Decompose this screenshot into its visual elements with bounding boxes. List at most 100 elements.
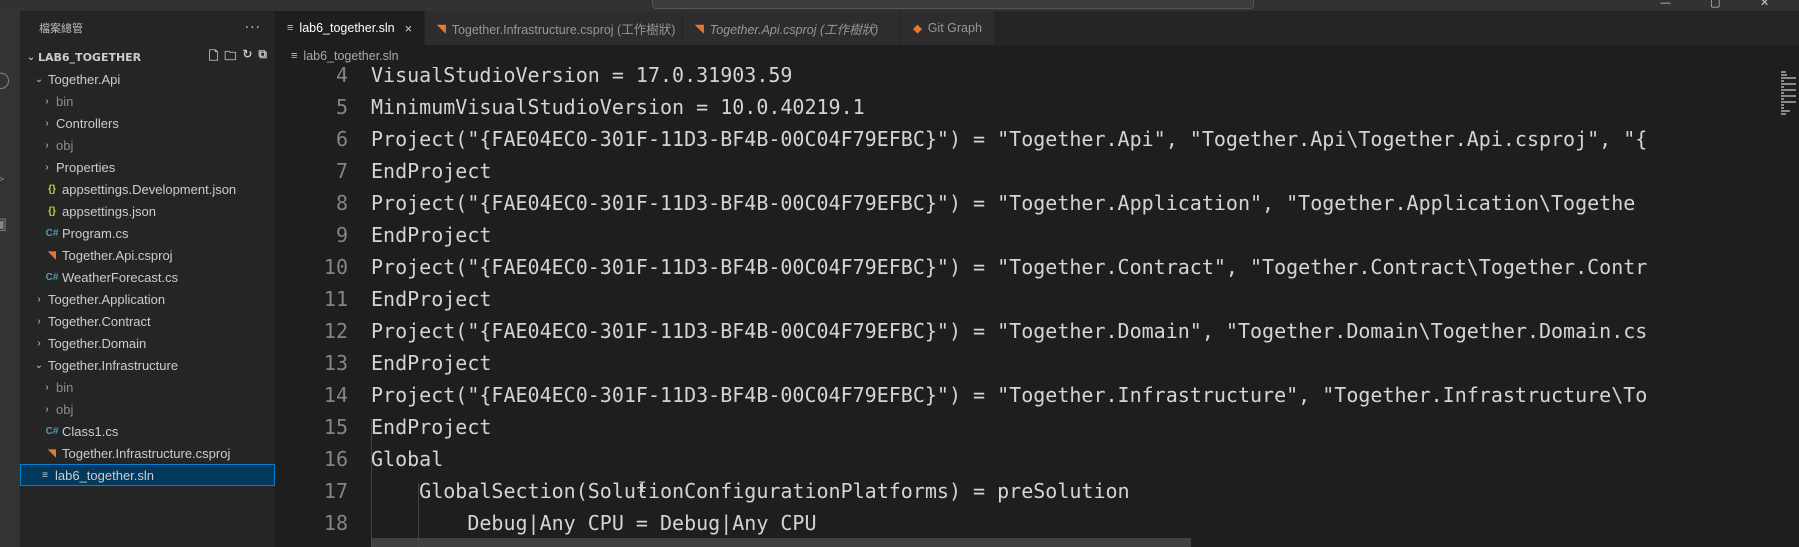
- chevron-right-icon: ›: [45, 161, 49, 173]
- code-text: Project("{FAE04EC0-301F-11D3-BF4B-00C04F…: [371, 191, 1636, 215]
- tree-item-label: appsettings.Development.json: [62, 181, 237, 197]
- tree-item-label: Properties: [56, 159, 116, 175]
- tree-item-label: Controllers: [56, 115, 119, 131]
- tree-item-label: Together.Application: [48, 291, 166, 307]
- code-line: 15 EndProject: [275, 411, 1779, 443]
- tree-item[interactable]: › bin: [20, 90, 275, 112]
- tree-item-label: Together.Contract: [48, 313, 151, 329]
- new-file-icon[interactable]: 🗋: [209, 47, 219, 68]
- code-line: 4 VisualStudioVersion = 17.0.31903.59: [275, 67, 1779, 91]
- file-lines-icon: ≡: [291, 50, 298, 62]
- code-line: 12 Project("{FAE04EC0-301F-11D3-BF4B-00C0…: [275, 315, 1779, 347]
- tree-item[interactable]: ⌄ Together.Infrastructure: [20, 354, 275, 376]
- line-number: 10: [323, 255, 348, 279]
- tree-item[interactable]: › obj: [20, 134, 275, 156]
- code-text: MinimumVisualStudioVersion = 10.0.40219.…: [371, 95, 865, 119]
- tree-item[interactable]: C# Class1.cs: [20, 420, 275, 442]
- tree-item[interactable]: {} appsettings.json: [20, 200, 275, 222]
- chevron-right-icon: ›: [37, 293, 41, 305]
- editor-tab[interactable]: ◥ Together.Api.csproj (工作樹狀): [683, 11, 902, 45]
- code-line: 7 EndProject: [275, 155, 1779, 187]
- search-icon[interactable]: ◯: [0, 71, 10, 89]
- horizontal-scrollbar[interactable]: [371, 538, 1191, 547]
- tree-item-label: obj: [56, 137, 74, 153]
- extensions-icon[interactable]: ▣: [0, 215, 10, 233]
- minimap-mark: [1781, 83, 1796, 85]
- chevron-right-icon: ›: [37, 315, 41, 327]
- tree-item[interactable]: › obj: [20, 398, 275, 420]
- tree-item[interactable]: › Properties: [20, 156, 275, 178]
- chevron-down-icon: ⌄: [26, 51, 36, 63]
- chevron-right-icon: ›: [37, 337, 41, 349]
- explorer-icon[interactable]: ▯: [0, 17, 10, 35]
- code-text: VisualStudioVersion = 17.0.31903.59: [371, 67, 793, 87]
- editor-tab[interactable]: ◥ Together.Infrastructure.csproj (工作樹狀): [425, 11, 684, 45]
- tree-item-label: lab6_together.sln: [55, 467, 155, 483]
- line-number: 16: [323, 447, 348, 471]
- chevron-down-icon: ⌄: [34, 359, 44, 371]
- sln-file-icon: ≡: [42, 469, 48, 481]
- tree-item[interactable]: {} appsettings.Development.json: [20, 178, 275, 200]
- minimap-mark: [1781, 95, 1796, 97]
- tree-item[interactable]: › Together.Application: [20, 288, 275, 310]
- minimap-mark: [1781, 89, 1796, 91]
- tree-item[interactable]: ⌄ Together.Api: [20, 68, 275, 90]
- refresh-icon[interactable]: ↻: [242, 47, 252, 68]
- tree-item[interactable]: › Together.Contract: [20, 310, 275, 332]
- editor-tab[interactable]: ≡ lab6_together.sln ×: [275, 11, 426, 45]
- git-tab-icon: ◆: [913, 22, 922, 35]
- run-debug-icon[interactable]: ▷: [0, 169, 10, 187]
- editor-tabs: ≡ lab6_together.sln × ◥ Together.Infrastruct…: [275, 11, 1799, 45]
- line-number: 13: [323, 351, 348, 375]
- minimap-mark: [1781, 101, 1796, 103]
- code-text: Project("{FAE04EC0-301F-11D3-BF4B-00C04F…: [371, 127, 1648, 151]
- breadcrumb-file[interactable]: lab6_together.sln: [303, 49, 398, 63]
- tree-item-label: Together.Infrastructure: [48, 357, 179, 373]
- code-text: GlobalSection(SolutionConfigurationPlatf…: [371, 479, 1130, 503]
- code-line: 11 EndProject: [275, 283, 1779, 315]
- code-text: Project("{FAE04EC0-301F-11D3-BF4B-00C04F…: [371, 383, 1648, 407]
- close-window-icon[interactable]: ✕: [1760, 0, 1769, 9]
- title-bar: — ▢ ✕: [0, 0, 1799, 11]
- tree-item-label: bin: [56, 379, 74, 395]
- editor-tab[interactable]: ◆ Git Graph: [901, 11, 995, 45]
- tree-item[interactable]: › Together.Domain: [20, 332, 275, 354]
- tree-item[interactable]: ◥ Together.Api.csproj: [20, 244, 275, 266]
- tree-item[interactable]: › bin: [20, 376, 275, 398]
- code-line: 14 Project("{FAE04EC0-301F-11D3-BF4B-00C0…: [275, 379, 1779, 411]
- minimap-mark: [1781, 98, 1784, 100]
- tree-item[interactable]: › Controllers: [20, 112, 275, 134]
- tree-item[interactable]: ≡ lab6_together.sln: [20, 464, 275, 486]
- tree-item[interactable]: C# WeatherForecast.cs: [20, 266, 275, 288]
- more-actions-icon[interactable]: ···: [245, 20, 261, 36]
- cs-file-icon: C#: [45, 227, 59, 239]
- source-control-icon[interactable]: ⑂: [0, 121, 10, 139]
- maximize-icon[interactable]: ▢: [1710, 0, 1720, 9]
- editor-tab-label: Together.Infrastructure.csproj (工作樹狀): [451, 22, 676, 37]
- new-folder-icon[interactable]: 🗀: [224, 47, 236, 68]
- code-text: Global: [371, 447, 444, 471]
- line-number: 6: [335, 127, 348, 151]
- workspace-root[interactable]: ⌄ LAB6_TOGETHER 🗋 🗀 ↻ ⧉: [20, 46, 275, 68]
- minimap[interactable]: [1779, 67, 1799, 547]
- tree-item[interactable]: C# Program.cs: [20, 222, 275, 244]
- minimap-mark: [1781, 86, 1784, 88]
- explorer-title: 檔案總管: [39, 22, 83, 35]
- workspace-root-label: LAB6_TOGETHER: [38, 50, 142, 64]
- minimap-mark: [1781, 113, 1786, 115]
- tree-item[interactable]: ◥ Together.Infrastructure.csproj: [20, 442, 275, 464]
- code-editor[interactable]: I 4 VisualStudioVersion = 17.0.31903.59 5 M…: [275, 67, 1779, 547]
- code-line: 16 Global: [275, 443, 1779, 475]
- minimize-icon[interactable]: —: [1660, 0, 1671, 9]
- chevron-down-icon: ⌄: [34, 73, 44, 85]
- rss-file-icon: ◥: [48, 447, 56, 459]
- breadcrumb[interactable]: ≡ lab6_together.sln: [275, 45, 1799, 67]
- chevron-right-icon: ›: [45, 381, 49, 393]
- code-text: EndProject: [371, 223, 492, 247]
- command-center-search[interactable]: [652, 0, 1254, 9]
- code-line: 10 Project("{FAE04EC0-301F-11D3-BF4B-00C0…: [275, 251, 1779, 283]
- close-tab-icon[interactable]: ×: [405, 21, 413, 36]
- line-number: 8: [335, 191, 348, 215]
- collapse-all-icon[interactable]: ⧉: [258, 47, 267, 68]
- code-line: 17 GlobalSection(SolutionConfigurationPl…: [275, 475, 1779, 507]
